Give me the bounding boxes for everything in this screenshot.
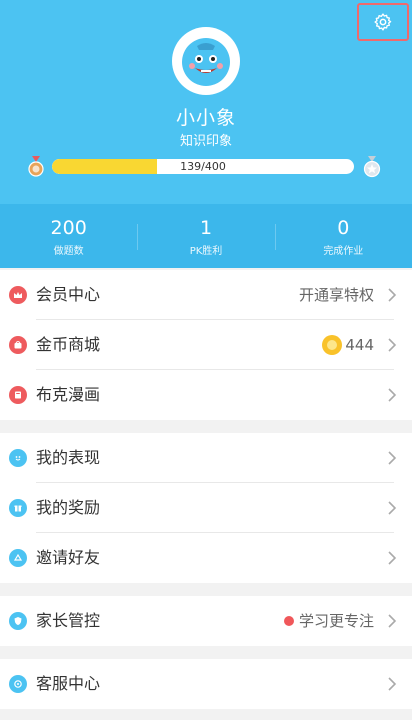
stat-homework[interactable]: 0 完成作业 <box>274 204 412 268</box>
chevron-right-icon <box>388 388 397 402</box>
menu-item-customer-service[interactable]: 客服中心 <box>0 659 412 709</box>
subtitle: 知识印象 <box>179 134 232 149</box>
chevron-right-icon <box>388 551 397 565</box>
stat-value: 1 <box>199 217 213 239</box>
shop-icon <box>9 336 27 354</box>
chevron-right-icon <box>388 338 397 352</box>
vip-promo-text: 开通享特权 <box>298 286 374 304</box>
nickname: 小小象 <box>175 107 236 129</box>
chevron-right-icon <box>388 501 397 515</box>
notification-dot <box>284 616 294 626</box>
stats-row: 200 做题数 1 PK胜利 0 完成作业 <box>0 204 412 268</box>
invite-icon <box>9 549 27 567</box>
menu-label: 客服中心 <box>36 674 101 693</box>
book-icon <box>9 386 27 404</box>
menu-label: 我的奖励 <box>36 498 101 517</box>
chevron-right-icon <box>388 288 397 302</box>
shield-icon <box>9 612 27 630</box>
menu-label: 会员中心 <box>36 285 101 304</box>
chevron-right-icon <box>388 677 397 691</box>
profile-header: 小小象 知识印象 139/400 <box>0 0 412 204</box>
elephant-avatar-icon <box>182 38 230 86</box>
stat-value: 200 <box>50 217 87 239</box>
menu-item-performance[interactable]: 我的表现 <box>0 433 412 483</box>
avatar[interactable] <box>172 27 240 95</box>
parental-hint-text: 学习更专注 <box>298 612 374 630</box>
crown-icon <box>9 286 27 304</box>
menu-label: 金币商城 <box>36 335 101 354</box>
menu-group-shop: 会员中心 开通享特权 金币商城 444 布克漫画 <box>0 270 412 420</box>
chat-icon <box>9 675 27 693</box>
settings-button[interactable] <box>357 3 409 41</box>
coin-balance: 444 <box>345 336 374 354</box>
menu-group-parental: 家长管控 学习更专注 <box>0 596 412 646</box>
stat-label: PK胜利 <box>189 246 223 257</box>
menu-group-personal: 我的表现 我的奖励 邀请好友 <box>0 433 412 583</box>
menu-label: 布克漫画 <box>36 385 101 404</box>
chevron-right-icon <box>388 614 397 628</box>
menu-item-vip-center[interactable]: 会员中心 开通享特权 <box>0 270 412 320</box>
star-badge-icon <box>363 156 381 178</box>
stat-pk-wins[interactable]: 1 PK胜利 <box>137 204 274 268</box>
stat-label: 完成作业 <box>323 246 364 257</box>
menu-item-rewards[interactable]: 我的奖励 <box>0 483 412 533</box>
smiley-icon <box>9 449 27 467</box>
gear-icon <box>374 13 392 31</box>
menu-item-coin-shop[interactable]: 金币商城 444 <box>0 320 412 370</box>
gift-icon <box>9 499 27 517</box>
menu-label: 我的表现 <box>36 448 101 467</box>
stat-questions[interactable]: 200 做题数 <box>0 204 137 268</box>
menu-label: 邀请好友 <box>36 548 101 567</box>
menu-item-comics[interactable]: 布克漫画 <box>0 370 412 420</box>
menu-group-service: 客服中心 <box>0 659 412 709</box>
chevron-right-icon <box>388 451 397 465</box>
level-progress-bar: 139/400 <box>52 159 354 174</box>
menu-item-parental-control[interactable]: 家长管控 学习更专注 <box>0 596 412 646</box>
level-progress-text: 139/400 <box>180 160 226 173</box>
stat-value: 0 <box>337 217 350 239</box>
bronze-medal-icon <box>28 156 44 177</box>
menu-label: 家长管控 <box>36 611 101 630</box>
gold-coin-icon <box>322 335 342 355</box>
stat-label: 做题数 <box>53 246 84 257</box>
menu-item-invite-friends[interactable]: 邀请好友 <box>0 533 412 583</box>
